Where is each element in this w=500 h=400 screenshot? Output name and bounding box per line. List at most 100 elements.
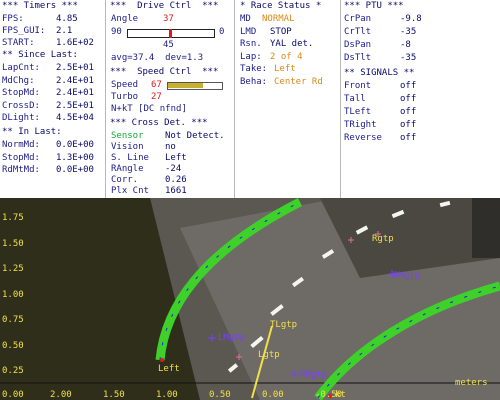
y-axis-tick-label: 0.75 bbox=[2, 315, 24, 325]
race-row-value: 2 of 4 bbox=[270, 51, 303, 62]
drive-panel: *** Drive Ctrl *** Angle 37 90 0 45 avg=… bbox=[107, 0, 235, 198]
since-last-row-label: CrossD: bbox=[2, 100, 40, 111]
speed-bar-fill bbox=[168, 83, 203, 88]
race-row-value: STOP bbox=[270, 26, 292, 37]
angle-bar-left-label: 90 bbox=[111, 27, 122, 37]
x-axis-tick-label: 0.00 bbox=[2, 390, 24, 400]
race-row-value: YAL det. bbox=[270, 39, 314, 49]
start-value: 1.6E+02 bbox=[56, 38, 94, 48]
cross-row-value: 1661 bbox=[165, 186, 187, 196]
race-status-header: * Race Status * bbox=[240, 1, 322, 11]
x-axis-unit: meters bbox=[455, 378, 488, 388]
cross-row-label: Corr. bbox=[111, 175, 139, 185]
cross-row-value: Not Detect. bbox=[165, 131, 225, 141]
x-axis-tick-label: 0.00 bbox=[262, 390, 284, 400]
since-last-row-value: 2.5E+01 bbox=[56, 100, 94, 111]
track-overlay bbox=[0, 198, 500, 400]
nkt-status: N+kT [DC nfnd] bbox=[111, 104, 187, 114]
race-row-value: NORMAL bbox=[262, 14, 295, 24]
turbo-label: Turbo bbox=[111, 92, 139, 102]
since-last-row-label: LapCnt: bbox=[2, 63, 40, 73]
in-last-row-label: RdMtMd: bbox=[2, 165, 40, 175]
cross-row-label: RAngle bbox=[111, 164, 144, 174]
signal-row-label: TRight bbox=[344, 120, 377, 130]
race-row-label: Take: bbox=[240, 64, 268, 74]
drive-header: *** Drive Ctrl *** bbox=[110, 1, 219, 11]
timers-panel: *** Timers *** FPS: 4.85 FPS_GUI: 2.1 ST… bbox=[0, 0, 106, 198]
angle-label: Angle bbox=[111, 14, 139, 24]
since-last-row-value: 2.5E+01 bbox=[56, 63, 94, 73]
label-rgtp: Rgtp bbox=[372, 234, 394, 244]
timers-header: *** Timers *** bbox=[2, 1, 78, 11]
ptu-row-value: -9.8 bbox=[400, 14, 422, 24]
cross-det-header: *** Cross Det. *** bbox=[110, 118, 208, 128]
label-lgtp: Lgtp bbox=[258, 350, 280, 360]
race-row-value: Left bbox=[274, 64, 296, 74]
ptu-row-value: -8 bbox=[400, 40, 411, 50]
ptu-row-label: DsTlt bbox=[344, 53, 372, 63]
x-axis-tick-label: 1.00 bbox=[156, 390, 178, 400]
ptu-header: *** PTU *** bbox=[344, 1, 404, 11]
fps-label: FPS: bbox=[2, 14, 24, 24]
y-axis-tick-label: 0.50 bbox=[2, 340, 24, 351]
fps-gui-value: 2.1 bbox=[56, 26, 73, 36]
angle-value: 37 bbox=[163, 14, 174, 24]
since-last-row-label: MdChg: bbox=[2, 75, 35, 86]
race-row-label: Rsn. bbox=[240, 39, 262, 49]
in-last-row-label: NormMd: bbox=[2, 140, 40, 150]
in-last-header: ** In Last: bbox=[2, 127, 62, 137]
speed-header: *** Speed Ctrl *** bbox=[110, 67, 219, 77]
speed-label: Speed bbox=[111, 80, 139, 90]
signals-header: ** SIGNALS ** bbox=[344, 68, 415, 78]
x-axis-tick-label: 1.50 bbox=[103, 390, 125, 400]
ptu-row-label: CrPan bbox=[344, 14, 372, 24]
label-tlgtp: TLgtp bbox=[270, 320, 298, 330]
y-axis-tick-label: 1.00 bbox=[2, 289, 24, 300]
signal-row-value: off bbox=[400, 81, 417, 91]
signal-row-value: off bbox=[400, 107, 417, 117]
cross-row-label: S. Line bbox=[111, 153, 149, 163]
cross-row-value: 0.26 bbox=[165, 175, 187, 185]
in-last-row-value: 1.3E+00 bbox=[56, 152, 94, 163]
label-lmgtp: LMgtp bbox=[218, 333, 246, 343]
signal-row-value: off bbox=[400, 133, 417, 143]
since-last-row-label: StopMd: bbox=[2, 88, 40, 98]
since-last-header: ** Since Last: bbox=[2, 50, 78, 60]
fps-value: 4.85 bbox=[56, 14, 78, 24]
ptu-panel: *** PTU *** CrPan -9.8 CrTlt -35 DsPan -8 DsTl… bbox=[342, 0, 500, 198]
signal-row-value: off bbox=[400, 120, 417, 130]
signal-row-label: TLeft bbox=[344, 107, 372, 117]
race-row-label: Beha: bbox=[240, 76, 268, 87]
y-axis-tick-label: 0.25 bbox=[2, 366, 24, 376]
turbo-value: 27 bbox=[151, 92, 162, 102]
race-row-label: MD bbox=[240, 14, 251, 24]
label-left: Left bbox=[158, 364, 180, 374]
since-last-row-value: 2.4E+01 bbox=[56, 88, 94, 98]
cross-row-label: Sensor bbox=[111, 131, 144, 141]
angle-bar-right-label: 0 bbox=[219, 27, 225, 37]
robot-dashboard: *** Timers *** FPS: 4.85 FPS_GUI: 2.1 ST… bbox=[0, 0, 500, 400]
signal-row-label: Front bbox=[344, 81, 372, 91]
angle-marker bbox=[169, 29, 172, 38]
cross-row-label: Plx Cnt bbox=[111, 186, 149, 196]
since-last-row-value: 4.5E+04 bbox=[56, 113, 94, 123]
start-label: START: bbox=[2, 38, 35, 48]
signal-row-label: Tall bbox=[344, 94, 366, 104]
camera-track-view: 1.75 1.50 1.25 1.00 0.75 0.50 0.25 0.00 2.00 1.5… bbox=[0, 198, 500, 400]
y-axis-tick-label: 1.25 bbox=[2, 264, 24, 274]
label-kt: kt bbox=[335, 390, 346, 400]
in-last-row-value: 0.0E+00 bbox=[56, 140, 94, 150]
race-row-label: LMD bbox=[240, 26, 257, 37]
speed-value: 67 bbox=[151, 80, 162, 90]
ptu-row-label: DsPan bbox=[344, 40, 372, 50]
race-status-panel: * Race Status * MD NORMAL LMD STOP Rsn. YAL d… bbox=[236, 0, 341, 198]
label-rmgtp-lower: RMgtp bbox=[300, 370, 328, 380]
label-rmgtp: RMgtp bbox=[393, 271, 421, 281]
cross-row-value: -24 bbox=[165, 164, 182, 174]
y-axis-tick-label: 1.75 bbox=[2, 213, 24, 223]
cross-row-label: Vision bbox=[111, 142, 144, 152]
signal-row-value: off bbox=[400, 94, 417, 104]
cross-row-value: no bbox=[165, 142, 176, 152]
cross-row-value: Left bbox=[165, 153, 187, 163]
ptu-row-label: CrTlt bbox=[344, 27, 372, 37]
